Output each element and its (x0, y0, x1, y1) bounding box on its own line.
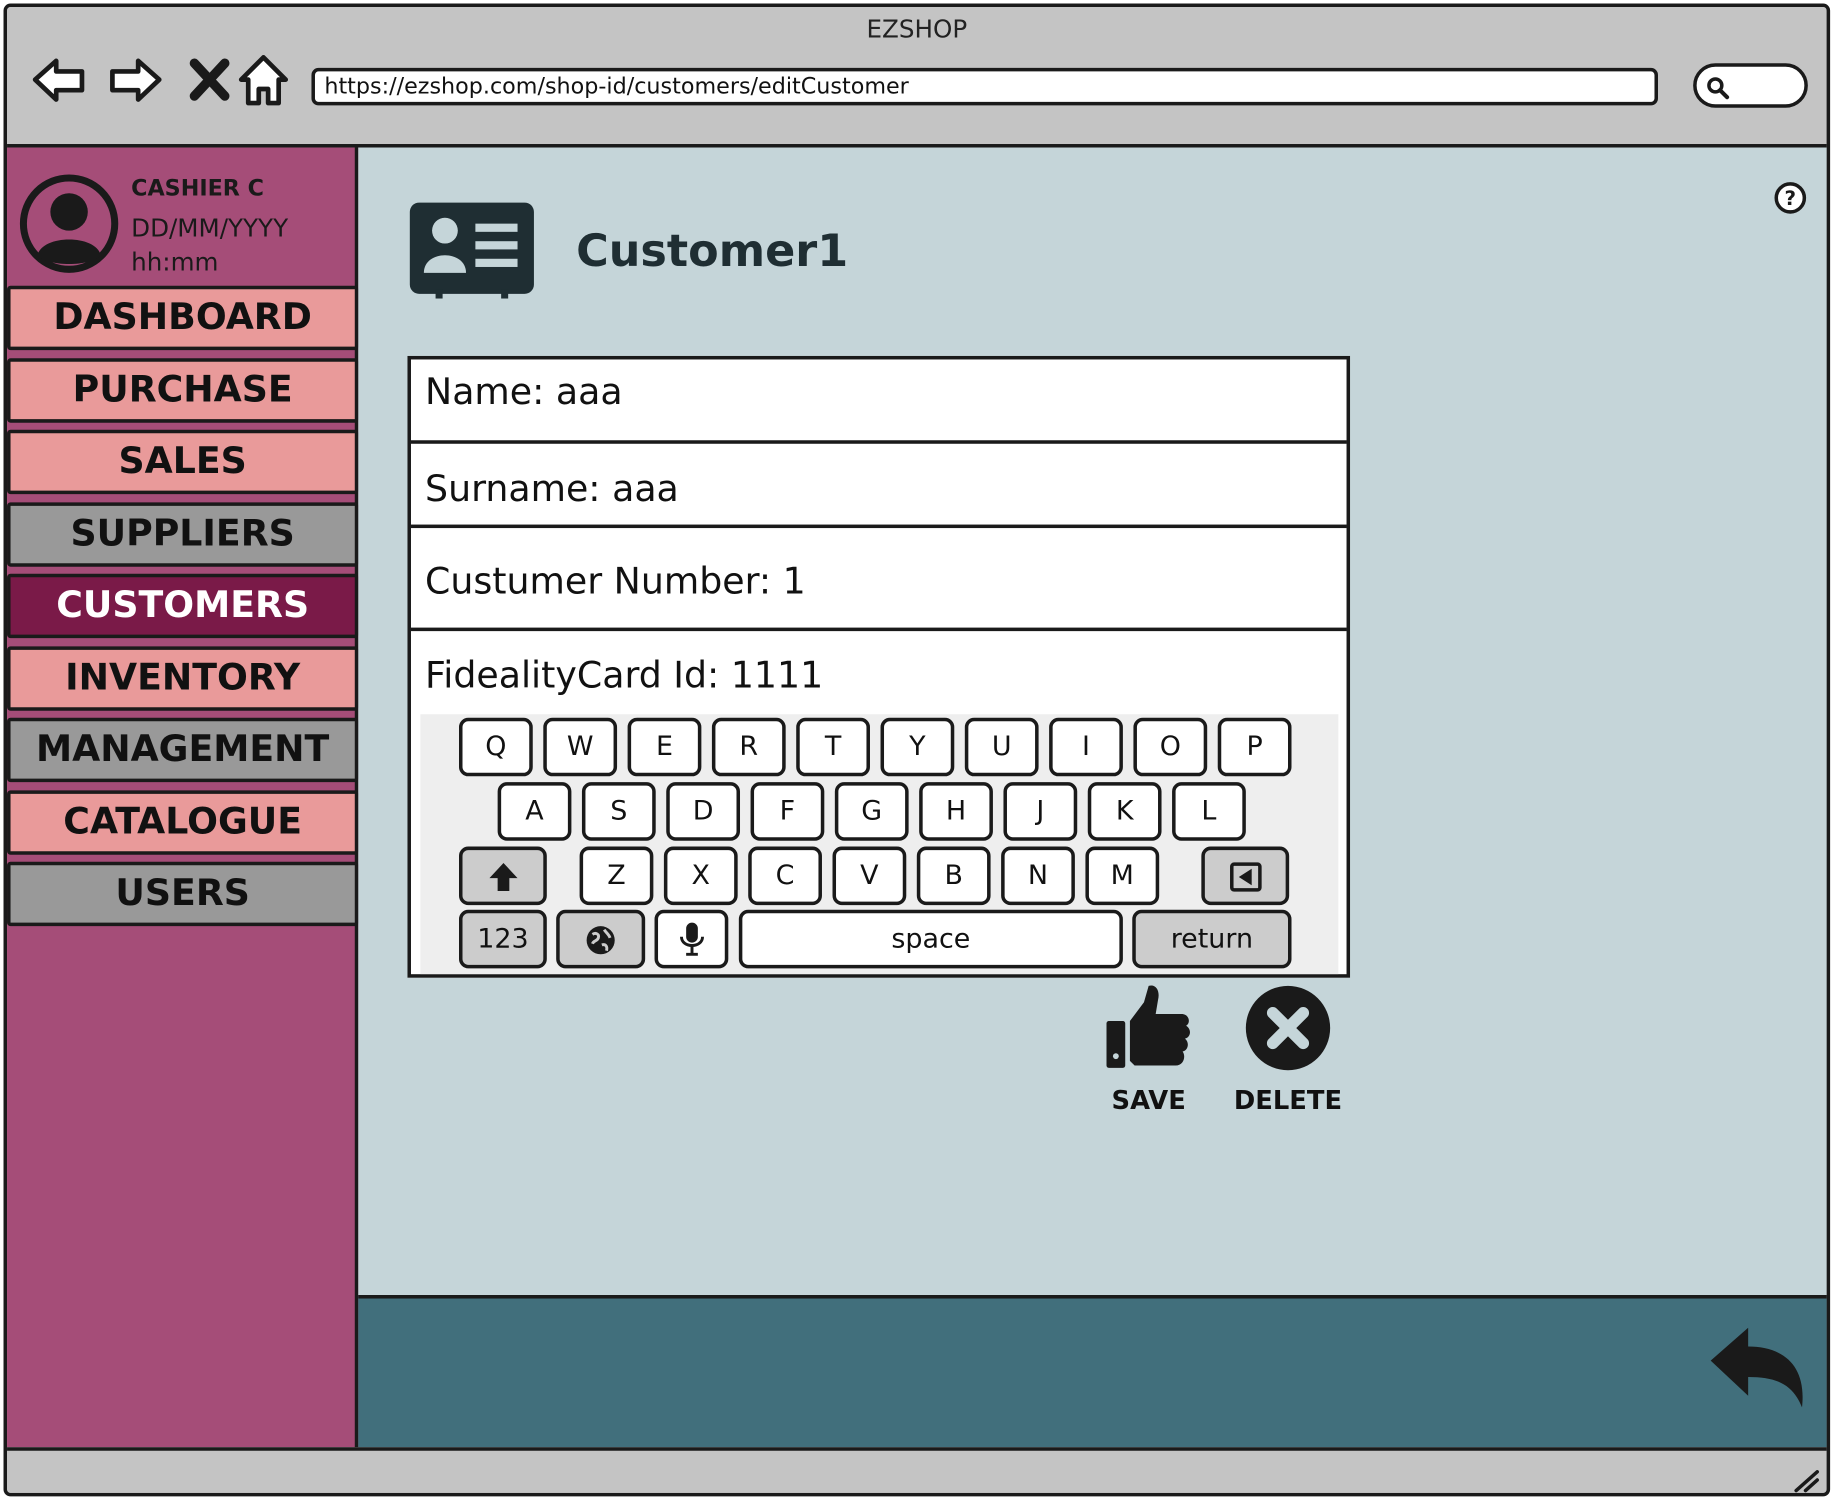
nav-suppliers[interactable]: SUPPLIERS (7, 502, 359, 567)
nav-sales[interactable]: SALES (7, 429, 359, 495)
space-key[interactable]: space (738, 909, 1123, 969)
backspace-icon (1229, 862, 1262, 892)
user-avatar-icon (19, 174, 119, 273)
status-bar (7, 1447, 1827, 1493)
key-b[interactable]: B (916, 846, 991, 906)
user-panel: CASHIER C DD/MM/YYYY hh:mm (7, 148, 358, 286)
key-c[interactable]: C (748, 846, 822, 906)
customer-card-icon (409, 202, 534, 299)
browser-search-box[interactable] (1693, 63, 1808, 108)
surname-field[interactable]: Surname: aaa (410, 444, 1347, 529)
user-name: CASHIER C (131, 175, 265, 202)
fidelity-card-field[interactable]: FidealityCard Id: 1111 (411, 631, 1347, 715)
nav-dashboard[interactable]: DASHBOARD (7, 285, 359, 351)
backspace-key[interactable] (1201, 846, 1290, 906)
save-label: SAVE (1111, 1086, 1186, 1116)
thumbs-up-icon (1106, 985, 1190, 1068)
key-w[interactable]: W (543, 717, 618, 777)
delete-button[interactable]: DELETE (1229, 981, 1346, 1116)
key-f[interactable]: F (750, 782, 825, 841)
back-icon[interactable] (30, 52, 89, 111)
key-g[interactable]: G (834, 782, 909, 841)
microphone-icon (679, 922, 704, 956)
globe-icon (586, 926, 615, 955)
key-v[interactable]: V (832, 846, 907, 906)
nav-customers[interactable]: CUSTOMERS (7, 573, 359, 639)
main-content: ? Customer1 Name: aaa Surname: aaa Custu… (358, 147, 1827, 1296)
user-time: hh:mm (131, 248, 219, 277)
customer-number-field[interactable]: Custumer Number: 1 (410, 532, 1347, 632)
resize-grip-icon[interactable] (1791, 1465, 1819, 1493)
home-icon[interactable] (234, 52, 293, 111)
search-icon (1707, 77, 1730, 100)
nav-management[interactable]: MANAGEMENT (7, 717, 359, 783)
sidebar: CASHIER C DD/MM/YYYY hh:mm DASHBOARD PUR… (7, 147, 359, 1448)
key-s[interactable]: S (581, 782, 656, 841)
key-t[interactable]: T (796, 717, 870, 777)
nav-inventory[interactable]: INVENTORY (7, 646, 359, 711)
name-field[interactable]: Name: aaa (410, 359, 1347, 444)
svg-text:?: ? (1785, 187, 1797, 210)
key-p[interactable]: P (1217, 717, 1292, 777)
key-i[interactable]: I (1049, 717, 1123, 777)
globe-key[interactable] (556, 909, 646, 969)
return-key[interactable]: return (1132, 909, 1292, 969)
shift-arrow-icon (488, 862, 517, 892)
key-n[interactable]: N (1001, 846, 1075, 906)
key-z[interactable]: Z (579, 846, 654, 906)
url-bar[interactable]: https://ezshop.com/shop-id/customers/edi… (311, 67, 1658, 106)
key-x[interactable]: X (663, 846, 738, 906)
key-j[interactable]: J (1003, 782, 1078, 841)
key-o[interactable]: O (1133, 717, 1208, 777)
customer-form: Name: aaa Surname: aaa Custumer Number: … (407, 355, 1351, 978)
browser-titlebar: EZSHOP https://ezshop.com/shop-id/custom… (7, 7, 1827, 148)
shift-key[interactable] (458, 846, 547, 906)
browser-window: EZSHOP https://ezshop.com/shop-id/custom… (3, 3, 1831, 1497)
delete-x-icon (1245, 985, 1331, 1071)
back-arrow-icon[interactable] (1708, 1325, 1806, 1416)
forward-icon[interactable] (105, 52, 164, 111)
key-a[interactable]: A (497, 782, 572, 841)
user-date: DD/MM/YYYY (131, 214, 289, 243)
nav-users[interactable]: USERS (7, 861, 359, 927)
nav-purchase[interactable]: PURCHASE (7, 358, 359, 423)
window-title: EZSHOP (866, 15, 968, 44)
save-button[interactable]: SAVE (1101, 981, 1197, 1116)
key-u[interactable]: U (964, 717, 1039, 777)
key-e[interactable]: E (627, 717, 702, 777)
help-icon[interactable]: ? (1773, 180, 1808, 215)
nav-catalogue[interactable]: CATALOGUE (7, 790, 359, 855)
delete-label: DELETE (1233, 1086, 1343, 1116)
footer-bar (358, 1295, 1827, 1448)
key-q[interactable]: Q (458, 717, 533, 777)
numbers-key[interactable]: 123 (458, 909, 547, 969)
key-k[interactable]: K (1087, 782, 1162, 841)
microphone-key[interactable] (654, 909, 729, 969)
key-r[interactable]: R (711, 717, 786, 777)
key-l[interactable]: L (1172, 782, 1246, 841)
key-d[interactable]: D (666, 782, 741, 841)
on-screen-keyboard: Q W E R T Y U I O P A S D F G H J K L Z … (420, 714, 1339, 975)
stop-icon[interactable] (180, 52, 239, 111)
key-m[interactable]: M (1085, 846, 1160, 906)
key-y[interactable]: Y (880, 717, 955, 777)
customer-title: Customer1 (576, 224, 849, 277)
key-h[interactable]: H (919, 782, 993, 841)
